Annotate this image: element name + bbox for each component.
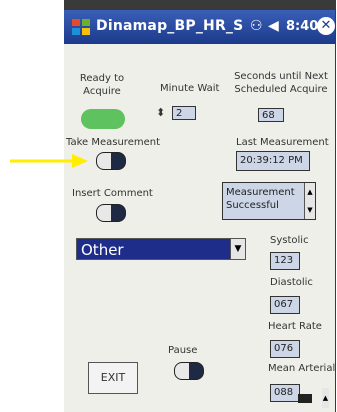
systolic-label: Systolic: [270, 235, 309, 246]
category-dropdown-value: Other: [81, 241, 124, 259]
chevron-down-icon[interactable]: ▼: [230, 239, 245, 259]
last-measurement-label: Last Measurement: [236, 137, 329, 148]
heart-rate-field: 076: [270, 340, 300, 358]
pause-toggle[interactable]: [174, 362, 204, 380]
seconds-label: Seconds until Next Scheduled Acquire: [234, 71, 328, 95]
mean-arterial-field: 088: [270, 384, 300, 402]
systolic-field: 123: [270, 252, 300, 270]
minute-wait-label: Minute Wait: [160, 83, 220, 94]
ready-label: Ready to Acquire: [79, 73, 125, 97]
scroll-up-icon[interactable]: ▲: [322, 388, 329, 408]
mean-arterial-label: Mean Arterial: [268, 363, 335, 374]
seconds-field: 68: [258, 108, 284, 122]
minute-wait-field[interactable]: 2: [172, 106, 196, 120]
windows-logo-icon[interactable]: [71, 17, 91, 37]
take-measurement-toggle[interactable]: [96, 152, 126, 170]
connectivity-icon[interactable]: ⚇: [250, 18, 263, 34]
minute-wait-spinner-icon[interactable]: ⬍: [156, 106, 165, 119]
pause-label: Pause: [168, 345, 198, 356]
window-title: Dinamap_BP_HR_S: [96, 18, 244, 34]
clock[interactable]: 8:40: [286, 19, 318, 34]
insert-comment-toggle[interactable]: [96, 204, 126, 222]
diastolic-label: Diastolic: [270, 277, 313, 288]
take-measurement-label: Take Measurement: [66, 137, 160, 148]
photo-background-left: [0, 0, 64, 412]
insert-comment-label: Insert Comment: [72, 188, 153, 199]
annotation-arrow-icon: [10, 154, 88, 168]
volume-icon[interactable]: ◀: [268, 18, 279, 34]
exit-button[interactable]: EXIT: [88, 362, 138, 394]
title-bar: Dinamap_BP_HR_S ⚇ ◀ 8:40 ✕: [64, 10, 335, 44]
app-screen: Ready to Acquire Minute Wait ⬍ 2 Seconds…: [64, 44, 335, 412]
keyboard-icon[interactable]: [298, 394, 312, 403]
message-scrollbar[interactable]: ▲ ▼: [304, 183, 315, 219]
status-message: Measurement Successful: [226, 187, 295, 211]
category-dropdown[interactable]: Other ▼: [76, 238, 246, 260]
status-message-box: Measurement Successful ▲ ▼: [222, 182, 316, 220]
ready-indicator: [81, 109, 125, 129]
close-button[interactable]: ✕: [317, 17, 335, 35]
last-measurement-field: 20:39:12 PM: [236, 151, 310, 171]
diastolic-field: 067: [270, 296, 300, 314]
heart-rate-label: Heart Rate: [268, 321, 322, 332]
